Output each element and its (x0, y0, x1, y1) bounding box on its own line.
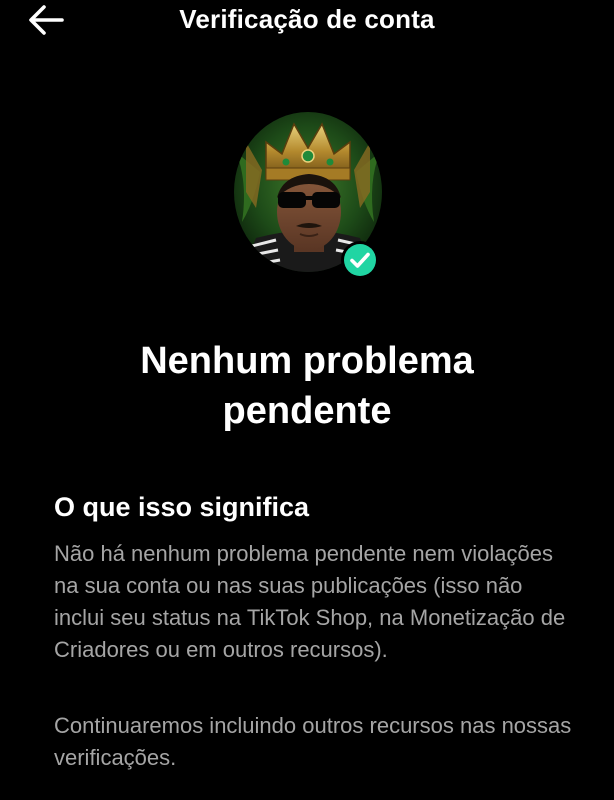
info-paragraph-1: Não há nenhum problema pendente nem viol… (54, 541, 566, 662)
page-title: Verificação de conta (179, 4, 435, 34)
profile-avatar-area (232, 112, 382, 282)
check-circle-icon (341, 241, 379, 279)
info-paragraph-2: Continuaremos incluindo outros recursos … (54, 713, 572, 770)
status-title-line2: pendente (222, 390, 392, 432)
section-heading: O que isso significa (54, 492, 310, 522)
status-title: Nenhum problema pendente (40, 336, 574, 436)
status-title-line1: Nenhum problema (140, 340, 474, 382)
top-bar: Verificação de conta (0, 0, 614, 42)
